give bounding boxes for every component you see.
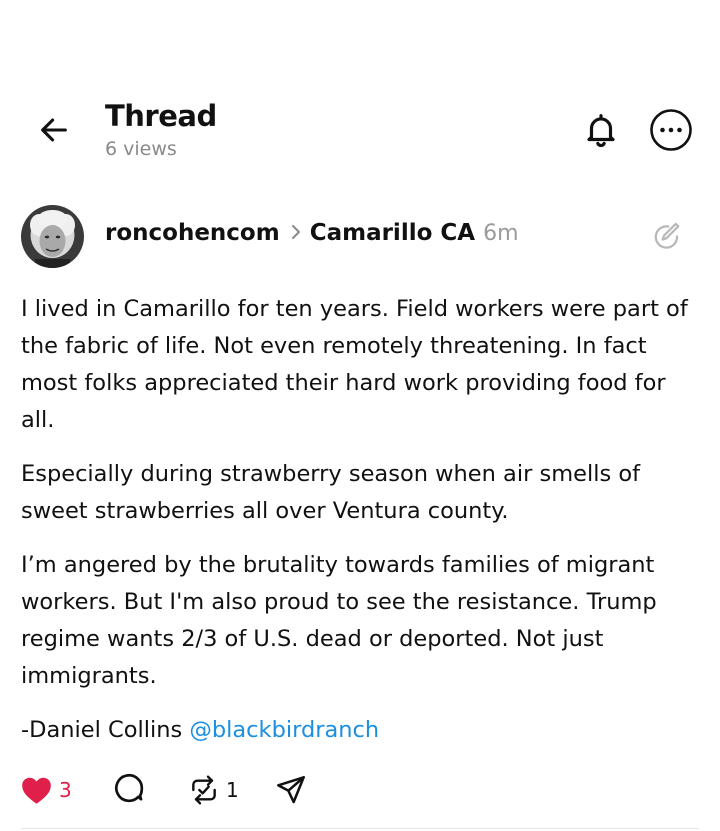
post-text: I lived in Camarillo for ten years. Fiel… <box>21 291 691 766</box>
heart-icon <box>22 777 51 804</box>
avatar-image <box>21 205 84 268</box>
signature-line: -Daniel Collins @blackbirdranch <box>21 712 691 749</box>
post-paragraph: I’m angered by the brutality towards fam… <box>21 552 657 689</box>
post-actions: 3 1 <box>0 770 720 810</box>
speech-bubble-icon <box>115 774 144 803</box>
send-arrow-icon <box>277 776 305 804</box>
post-time: 6m <box>483 221 519 246</box>
avatar[interactable] <box>21 205 84 268</box>
more-horizontal-icon <box>650 109 692 151</box>
arrow-left-icon <box>41 118 67 142</box>
author-line: roncohencom Camarillo CA 6m <box>105 220 519 246</box>
community-link[interactable]: Camarillo CA <box>310 220 475 246</box>
edit-button[interactable] <box>650 220 684 254</box>
repost-count: 1 <box>226 778 239 802</box>
edit-pencil-icon <box>654 222 680 249</box>
back-button[interactable] <box>34 110 74 150</box>
title-block: Thread 6 views <box>105 96 217 161</box>
post-author-row: roncohencom Camarillo CA 6m <box>0 200 720 272</box>
page-title: Thread <box>105 99 217 133</box>
reply-button[interactable] <box>112 770 146 810</box>
chevron-right-icon <box>290 223 302 245</box>
like-count: 3 <box>59 778 72 802</box>
like-button[interactable]: 3 <box>20 770 72 810</box>
mention-link[interactable]: @blackbirdranch <box>189 717 379 743</box>
repost-icon <box>192 775 216 805</box>
bell-icon <box>587 114 615 148</box>
author-username[interactable]: roncohencom <box>105 220 280 246</box>
divider <box>21 828 699 829</box>
signature: -Daniel Collins <box>21 717 183 743</box>
post-paragraph: I lived in Camarillo for ten years. Fiel… <box>21 296 688 433</box>
repost-button[interactable]: 1 <box>188 770 239 810</box>
more-options-button[interactable] <box>649 108 693 152</box>
view-count: 6 views <box>105 138 177 160</box>
post-paragraph: Especially during strawberry season when… <box>21 461 641 524</box>
share-button[interactable] <box>275 770 307 810</box>
notifications-button[interactable] <box>580 109 622 151</box>
thread-header: Thread 6 views <box>0 0 720 180</box>
